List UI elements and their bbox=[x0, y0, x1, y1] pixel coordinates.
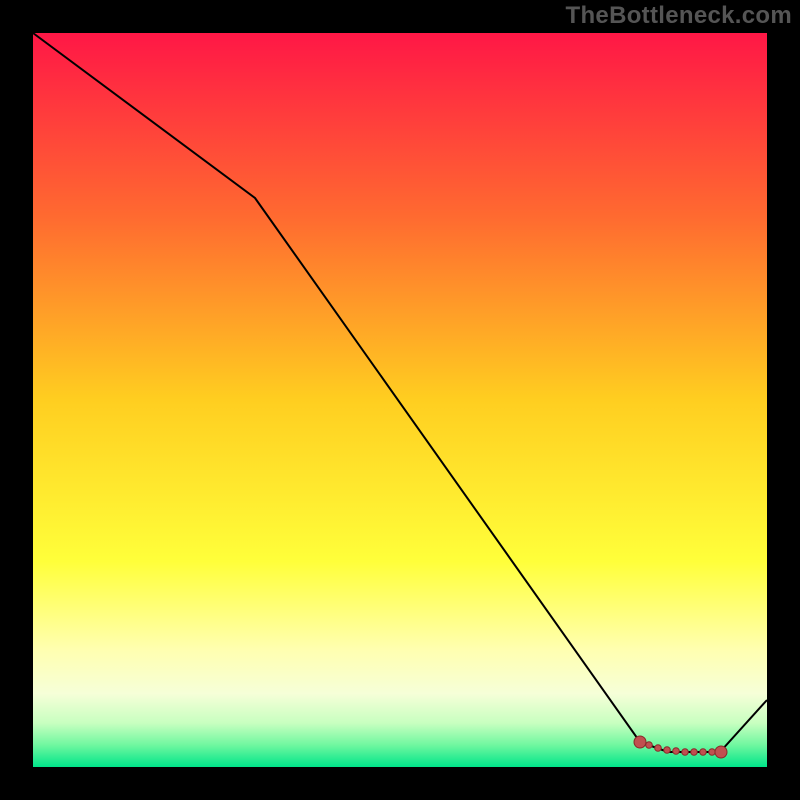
marker-dot bbox=[646, 742, 653, 749]
marker-dot bbox=[715, 746, 727, 758]
marker-dot bbox=[655, 745, 662, 752]
marker-dot bbox=[682, 749, 689, 756]
marker-dot bbox=[664, 747, 671, 754]
plot-background bbox=[33, 33, 767, 767]
marker-dot bbox=[700, 749, 707, 756]
marker-dot bbox=[709, 749, 716, 756]
marker-dot bbox=[673, 748, 680, 755]
marker-dot bbox=[634, 736, 646, 748]
chart-svg bbox=[0, 0, 800, 800]
chart-container: { "watermark": "TheBottleneck.com", "cha… bbox=[0, 0, 800, 800]
marker-dot bbox=[691, 749, 698, 756]
